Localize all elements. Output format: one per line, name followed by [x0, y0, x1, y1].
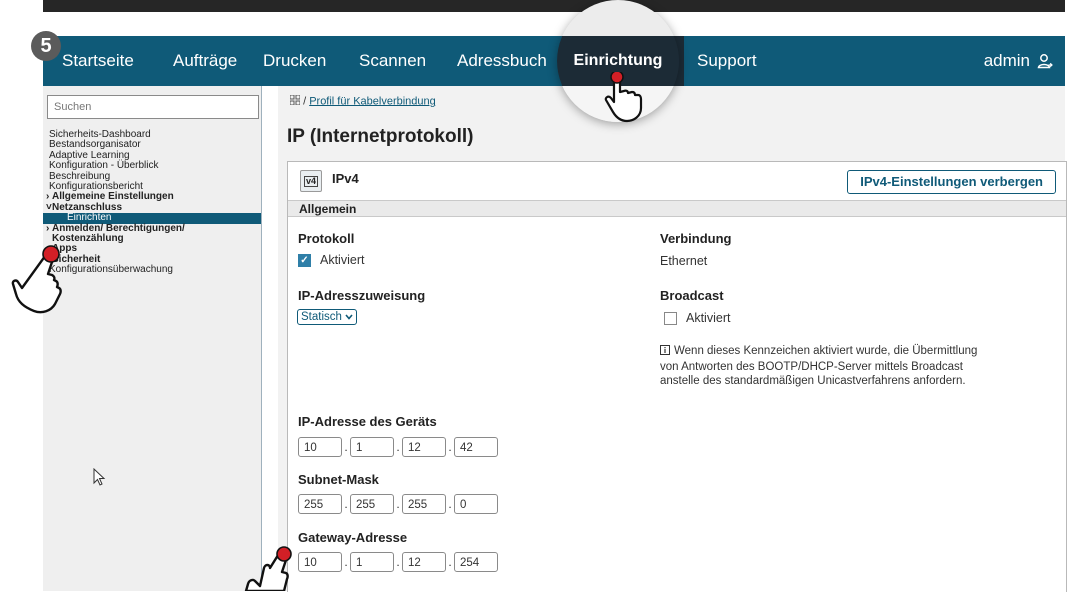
chevron-down-icon — [345, 311, 353, 323]
ip-assignment-select[interactable]: Statisch — [297, 309, 358, 326]
nav-auftraege[interactable]: Aufträge — [173, 36, 237, 86]
mouse-pointer-icon — [93, 468, 106, 486]
subnet-input: 255. 255. 255. 0 — [298, 494, 498, 514]
gateway-octet-2[interactable]: 1 — [350, 552, 394, 572]
broadcast-checkbox-label: Aktiviert — [686, 311, 731, 325]
ipv4-title: IPv4 — [332, 171, 359, 186]
checkbox-unchecked-icon[interactable] — [664, 311, 677, 325]
ipv4-icon: v4 — [300, 170, 322, 192]
top-navigation-bar: Startseite Aufträge Drucken Scannen Adre… — [43, 36, 1065, 86]
breadcrumb-link-profil[interactable]: Profil für Kabelverbindung — [309, 95, 436, 107]
pointing-hand-icon — [11, 245, 62, 314]
main-content: / Profil für Kabelverbindung IP (Interne… — [278, 86, 1067, 592]
subnet-octet-3[interactable]: 255 — [402, 494, 446, 514]
ip-octet-1[interactable]: 10 — [298, 437, 342, 457]
nav-scannen[interactable]: Scannen — [359, 36, 426, 86]
broadcast-info-text: Wenn dieses Kennzeichen aktiviert wurde,… — [660, 345, 978, 387]
grid-icon[interactable] — [289, 94, 301, 108]
sidebar: Sicherheits-Dashboard Bestandsorganisato… — [43, 86, 262, 591]
ip-octet-3[interactable]: 12 — [402, 437, 446, 457]
pointing-hand-icon — [244, 546, 292, 591]
ipv4-card: v4 IPv4 IPv4-Einstellungen verbergen All… — [287, 161, 1067, 592]
sidebar-menu: Sicherheits-Dashboard Bestandsorganisato… — [43, 129, 261, 276]
sidebar-item-kostenzaehlung[interactable]: Kostenzählung — [52, 233, 261, 244]
protokoll-checkbox[interactable]: ✓ Aktiviert — [298, 253, 364, 267]
user-menu[interactable]: admin — [984, 36, 1053, 86]
ip-address-input: 10. 1. 12. 42 — [298, 437, 498, 457]
gateway-octet-3[interactable]: 12 — [402, 552, 446, 572]
ip-octet-4[interactable]: 42 — [454, 437, 498, 457]
top-strip — [43, 0, 1065, 12]
ip-assignment-label: IP-Adresszuweisung — [298, 288, 426, 303]
broadcast-label: Broadcast — [660, 288, 724, 303]
nav-adressbuch[interactable]: Adressbuch — [457, 36, 547, 86]
gateway-label: Gateway-Adresse — [298, 530, 408, 545]
verbindung-value: Ethernet — [660, 254, 708, 268]
checkbox-checked-icon[interactable]: ✓ — [298, 253, 311, 267]
protokoll-checkbox-label: Aktiviert — [320, 253, 365, 267]
subnet-octet-2[interactable]: 255 — [350, 494, 394, 514]
section-allgemein: Allgemein — [288, 201, 1066, 217]
gateway-input: 10. 1. 12. 254 — [298, 552, 498, 572]
nav-startseite[interactable]: Startseite — [62, 36, 134, 86]
gateway-octet-1[interactable]: 10 — [298, 552, 342, 572]
sidebar-item-konfigurationsueberwachung[interactable]: Konfigurationsüberwachung — [49, 264, 261, 275]
subnet-label: Subnet-Mask — [298, 472, 379, 487]
user-name: admin — [983, 51, 1030, 70]
broadcast-checkbox[interactable]: Aktiviert — [664, 311, 730, 325]
breadcrumb: / Profil für Kabelverbindung — [289, 94, 436, 108]
breadcrumb-separator: / — [303, 95, 307, 108]
ip-address-label: IP-Adresse des Geräts — [298, 414, 437, 429]
user-icon — [1037, 54, 1053, 69]
ipv4-card-header: v4 IPv4 IPv4-Einstellungen verbergen — [288, 162, 1066, 201]
pointing-hand-icon — [604, 72, 643, 123]
hide-ipv4-settings-button[interactable]: IPv4-Einstellungen verbergen — [847, 170, 1056, 194]
subnet-octet-4[interactable]: 0 — [454, 494, 498, 514]
subnet-octet-1[interactable]: 255 — [298, 494, 342, 514]
step-number-badge: 5 — [31, 31, 61, 61]
ip-octet-2[interactable]: 1 — [350, 437, 394, 457]
verbindung-label: Verbindung — [660, 231, 732, 246]
nav-support[interactable]: Support — [697, 36, 757, 86]
nav-drucken[interactable]: Drucken — [263, 36, 326, 86]
search-input[interactable] — [47, 95, 259, 119]
info-icon — [660, 345, 670, 360]
protokoll-label: Protokoll — [298, 231, 355, 246]
page-title: IP (Internetprotokoll) — [287, 126, 474, 147]
gateway-octet-4[interactable]: 254 — [454, 552, 498, 572]
